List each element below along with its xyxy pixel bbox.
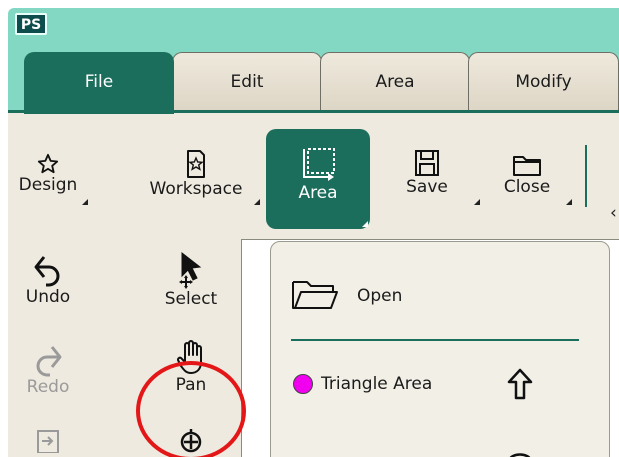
ribbon-divider bbox=[585, 145, 587, 207]
open-label: Open bbox=[357, 286, 403, 306]
close-dropdown-indicator bbox=[566, 199, 572, 205]
workspace-icon bbox=[187, 150, 205, 178]
save-dropdown-indicator bbox=[474, 199, 480, 205]
select-label: Select bbox=[164, 289, 218, 309]
triangle-area-menu-item[interactable]: Triangle Area bbox=[293, 374, 432, 394]
tab-edit[interactable]: Edit bbox=[172, 52, 322, 110]
dropdown-panel: Open Triangle Area bbox=[270, 241, 610, 457]
redo-label: Redo bbox=[26, 377, 70, 397]
undo-icon bbox=[34, 256, 60, 287]
menu-separator bbox=[291, 339, 579, 341]
ribbon: Design Workspace Area Save Close ‹ Undo … bbox=[8, 110, 619, 457]
triangle-area-label: Triangle Area bbox=[321, 374, 433, 394]
tab-area[interactable]: Area bbox=[320, 52, 470, 110]
folder-icon bbox=[513, 156, 541, 176]
folder-open-icon bbox=[292, 281, 338, 309]
select-highlight-circle bbox=[136, 361, 246, 457]
app-window: PS File Edit Area Modify Design Workspac… bbox=[8, 8, 619, 457]
tab-modify[interactable]: Modify bbox=[468, 52, 619, 110]
select-arrow-icon bbox=[179, 251, 202, 289]
save-label: Save bbox=[406, 177, 448, 197]
workspace-dropdown-indicator bbox=[254, 199, 260, 205]
triangle-area-color-dot bbox=[293, 374, 313, 394]
close-label: Close bbox=[503, 177, 551, 197]
design-button[interactable]: Design bbox=[8, 153, 88, 205]
arrow-up-icon[interactable] bbox=[507, 368, 533, 400]
redo-button[interactable]: Redo bbox=[8, 343, 88, 397]
curve-icon[interactable] bbox=[505, 444, 535, 457]
area-select-icon bbox=[303, 148, 335, 181]
floppy-disk-icon bbox=[415, 150, 439, 176]
design-label: Design bbox=[18, 175, 78, 195]
save-button[interactable]: Save bbox=[392, 149, 480, 205]
undo-label: Undo bbox=[25, 287, 71, 307]
partial-tool-button[interactable] bbox=[8, 429, 88, 453]
tab-file[interactable]: File bbox=[24, 52, 174, 114]
fit-page-icon bbox=[37, 430, 59, 453]
area-dropdown-indicator bbox=[362, 221, 368, 227]
select-button[interactable]: Select bbox=[146, 251, 236, 309]
app-logo: PS bbox=[15, 13, 47, 35]
undo-button[interactable]: Undo bbox=[8, 253, 88, 307]
design-dropdown-indicator bbox=[82, 199, 88, 205]
star-icon bbox=[37, 153, 59, 174]
close-button[interactable]: Close bbox=[492, 153, 572, 205]
overflow-stub: ‹ bbox=[610, 203, 617, 223]
workspace-button[interactable]: Workspace bbox=[136, 149, 260, 205]
area-button[interactable]: Area bbox=[266, 129, 370, 229]
area-label: Area bbox=[298, 183, 338, 203]
redo-icon bbox=[36, 346, 62, 377]
workspace-label: Workspace bbox=[149, 179, 243, 199]
